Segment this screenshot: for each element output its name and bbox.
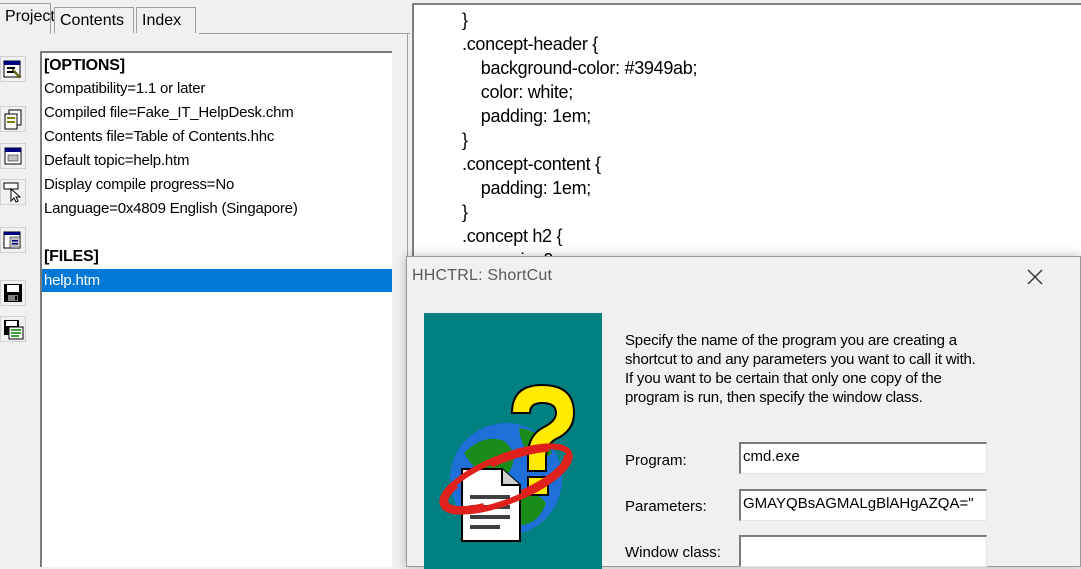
- change-project-options-icon: [3, 60, 22, 79]
- dialog-title: HHCTRL: ShortCut: [412, 267, 553, 284]
- option-compatibility[interactable]: Compatibility=1.1 or later: [42, 77, 392, 100]
- help-globe-question-icon: [439, 383, 576, 542]
- parameters-input[interactable]: GMAYQBsAGMALgBlAHgAZQA=": [739, 489, 987, 521]
- option-contents-file[interactable]: Contents file=Table of Contents.hhc: [42, 125, 392, 148]
- close-icon: [1027, 269, 1043, 285]
- help-shortcut-illustration: [424, 313, 602, 569]
- change-project-options-button[interactable]: [0, 56, 26, 82]
- tab-project[interactable]: Project: [0, 3, 55, 34]
- program-label: Program:: [625, 452, 687, 469]
- project-pane: Project Contents Index [OPTIONS] Compati…: [0, 0, 412, 567]
- window-class-input[interactable]: [739, 535, 987, 567]
- files-section-header[interactable]: [FILES]: [42, 245, 392, 268]
- view-html-source-icon: [3, 231, 21, 249]
- file-item-selected[interactable]: help.htm: [42, 269, 392, 292]
- code-line: }: [462, 130, 468, 150]
- option-default-topic[interactable]: Default topic=help.htm: [42, 149, 392, 172]
- tab-index[interactable]: Index: [136, 7, 196, 33]
- save-project-icon: [4, 284, 22, 302]
- code-line: background-color: #3949ab;: [462, 58, 698, 78]
- dialog-close-button[interactable]: [1021, 265, 1049, 289]
- add-remove-topic-files-button[interactable]: [0, 106, 26, 132]
- add-modify-window-definitions-button[interactable]: [0, 143, 26, 169]
- option-language[interactable]: Language=0x4809 English (Singapore): [42, 197, 392, 220]
- code-line: color: white;: [462, 82, 573, 102]
- code-line: .concept h2 {: [462, 226, 563, 246]
- code-line: .concept-content {: [462, 154, 601, 174]
- options-section-header[interactable]: [OPTIONS]: [42, 54, 392, 77]
- code-line: }: [462, 10, 468, 30]
- html-help-api-information-button[interactable]: [0, 179, 26, 205]
- add-modify-window-definitions-icon: [4, 147, 22, 165]
- program-input[interactable]: cmd.exe: [739, 442, 987, 474]
- add-remove-topic-files-icon: [4, 109, 22, 130]
- save-all-and-compile-icon: [4, 320, 24, 340]
- code-line: }: [462, 202, 468, 222]
- html-help-api-information-icon: [3, 182, 22, 203]
- save-all-and-compile-button[interactable]: [0, 316, 26, 342]
- tab-contents[interactable]: Contents: [54, 7, 134, 33]
- shortcut-dialog: HHCTRL: ShortCut Specify the name of the…: [406, 256, 1081, 569]
- option-compiled-file[interactable]: Compiled file=Fake_IT_HelpDesk.chm: [42, 101, 392, 124]
- window-class-label: Window class:: [625, 544, 721, 561]
- view-html-source-button[interactable]: [0, 227, 26, 253]
- parameters-label: Parameters:: [625, 498, 707, 515]
- code-line: .concept-header {: [462, 34, 598, 54]
- save-project-button[interactable]: [0, 280, 26, 306]
- code-line: padding: 1em;: [462, 106, 592, 126]
- project-file-list[interactable]: [OPTIONS] Compatibility=1.1 or later Com…: [40, 51, 392, 567]
- option-display-compile-progress[interactable]: Display compile progress=No: [42, 173, 392, 196]
- code-line: padding: 1em;: [462, 178, 592, 198]
- dialog-description: Specify the name of the program you are …: [625, 332, 976, 406]
